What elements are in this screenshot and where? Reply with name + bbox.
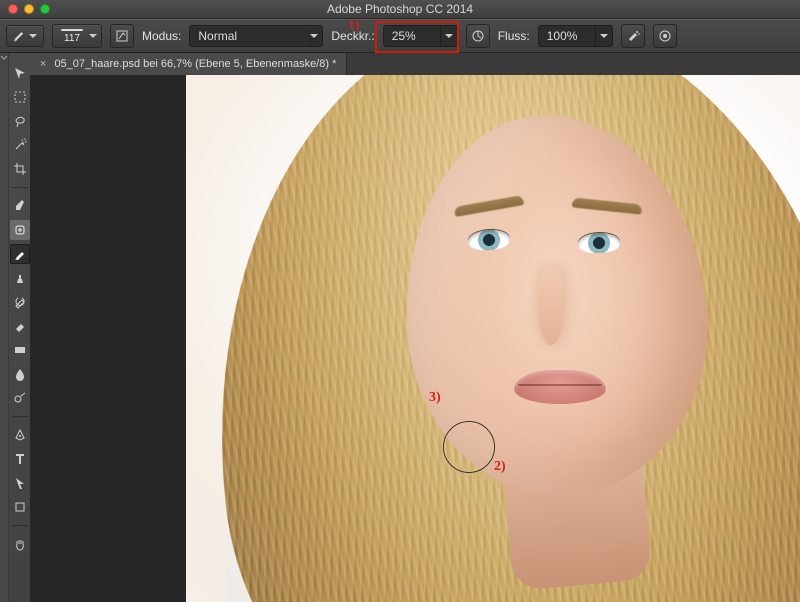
window-controls [8, 4, 50, 14]
options-bar: 117 Modus: Normal Deckkr.: 25% Fluss: 10… [0, 19, 800, 53]
app-title: Adobe Photoshop CC 2014 [327, 2, 473, 16]
canvas-area[interactable]: 3) 2) [30, 75, 800, 602]
brush-icon [13, 29, 27, 43]
opacity-dropdown[interactable] [440, 25, 458, 47]
close-window-button[interactable] [8, 4, 18, 14]
minimize-window-button[interactable] [24, 4, 34, 14]
document-canvas[interactable]: 3) 2) [186, 75, 800, 602]
chevron-down-icon [305, 26, 322, 46]
tools-panel [8, 53, 32, 602]
tool-separator [12, 525, 28, 526]
document-tab-title: 05_07_haare.psd bei 66,7% (Ebene 5, Eben… [54, 58, 336, 70]
flow-dropdown[interactable] [595, 25, 613, 47]
clone-stamp-tool[interactable] [10, 268, 30, 288]
chevron-down-icon [600, 32, 608, 40]
zoom-window-button[interactable] [40, 4, 50, 14]
marquee-tool[interactable] [10, 87, 30, 107]
photo-nose [538, 265, 564, 345]
airbrush-toggle[interactable] [621, 24, 645, 48]
chevron-down-icon [445, 32, 453, 40]
hand-tool[interactable] [10, 534, 30, 554]
title-bar: Adobe Photoshop CC 2014 [0, 0, 800, 19]
photo-eye-right [578, 232, 621, 253]
airbrush-icon [626, 29, 640, 43]
document-tab-strip: × 05_07_haare.psd bei 66,7% (Ebene 5, Eb… [30, 53, 800, 76]
quick-select-tool[interactable] [10, 135, 30, 155]
path-select-tool[interactable] [10, 473, 30, 493]
mode-value: Normal [190, 29, 246, 43]
pen-tool[interactable] [10, 425, 30, 445]
photo-lips [514, 370, 606, 404]
healing-brush-tool[interactable] [10, 220, 30, 240]
tablet-pressure-icon [471, 29, 485, 43]
workspace: × 05_07_haare.psd bei 66,7% (Ebene 5, Eb… [0, 53, 800, 602]
shape-tool[interactable] [10, 497, 30, 517]
document-tab[interactable]: × 05_07_haare.psd bei 66,7% (Ebene 5, Eb… [30, 53, 347, 75]
brush-cursor [443, 421, 495, 473]
mode-select[interactable]: Normal [189, 25, 323, 47]
gradient-tool[interactable] [10, 340, 30, 360]
type-tool[interactable] [10, 449, 30, 469]
pressure-size-toggle[interactable] [653, 24, 677, 48]
close-tab-icon[interactable]: × [40, 58, 46, 70]
history-brush-tool[interactable] [10, 292, 30, 312]
pressure-opacity-toggle[interactable] [466, 24, 490, 48]
mode-label: Modus: [142, 29, 181, 43]
eraser-tool[interactable] [10, 316, 30, 336]
lasso-tool[interactable] [10, 111, 30, 131]
brush-size-value: 117 [64, 33, 80, 44]
tool-separator [12, 187, 28, 188]
move-tool[interactable] [10, 63, 30, 83]
blur-tool[interactable] [10, 364, 30, 384]
chevron-down-icon [29, 32, 37, 40]
expand-panels-chevron-icon[interactable] [0, 53, 8, 63]
flow-field[interactable]: 100% [538, 25, 613, 47]
crop-tool[interactable] [10, 159, 30, 179]
brush-size-indicator: 117 [57, 29, 87, 44]
eyedropper-tool[interactable] [10, 196, 30, 216]
opacity-field[interactable]: 25% [383, 25, 458, 47]
flow-value: 100% [538, 25, 595, 47]
opacity-value: 25% [383, 25, 440, 47]
tool-preset-picker[interactable] [6, 25, 44, 47]
flow-label: Fluss: [498, 29, 530, 43]
brush-tool[interactable] [10, 244, 30, 264]
opacity-label: Deckkr.: [331, 29, 374, 43]
brush-panel-toggle[interactable] [110, 24, 134, 48]
dodge-tool[interactable] [10, 388, 30, 408]
tablet-size-icon [658, 29, 672, 43]
brush-preset-picker[interactable]: 117 [52, 24, 102, 48]
chevron-down-icon [89, 32, 97, 40]
brush-panel-icon [115, 29, 129, 43]
tool-separator [12, 416, 28, 417]
